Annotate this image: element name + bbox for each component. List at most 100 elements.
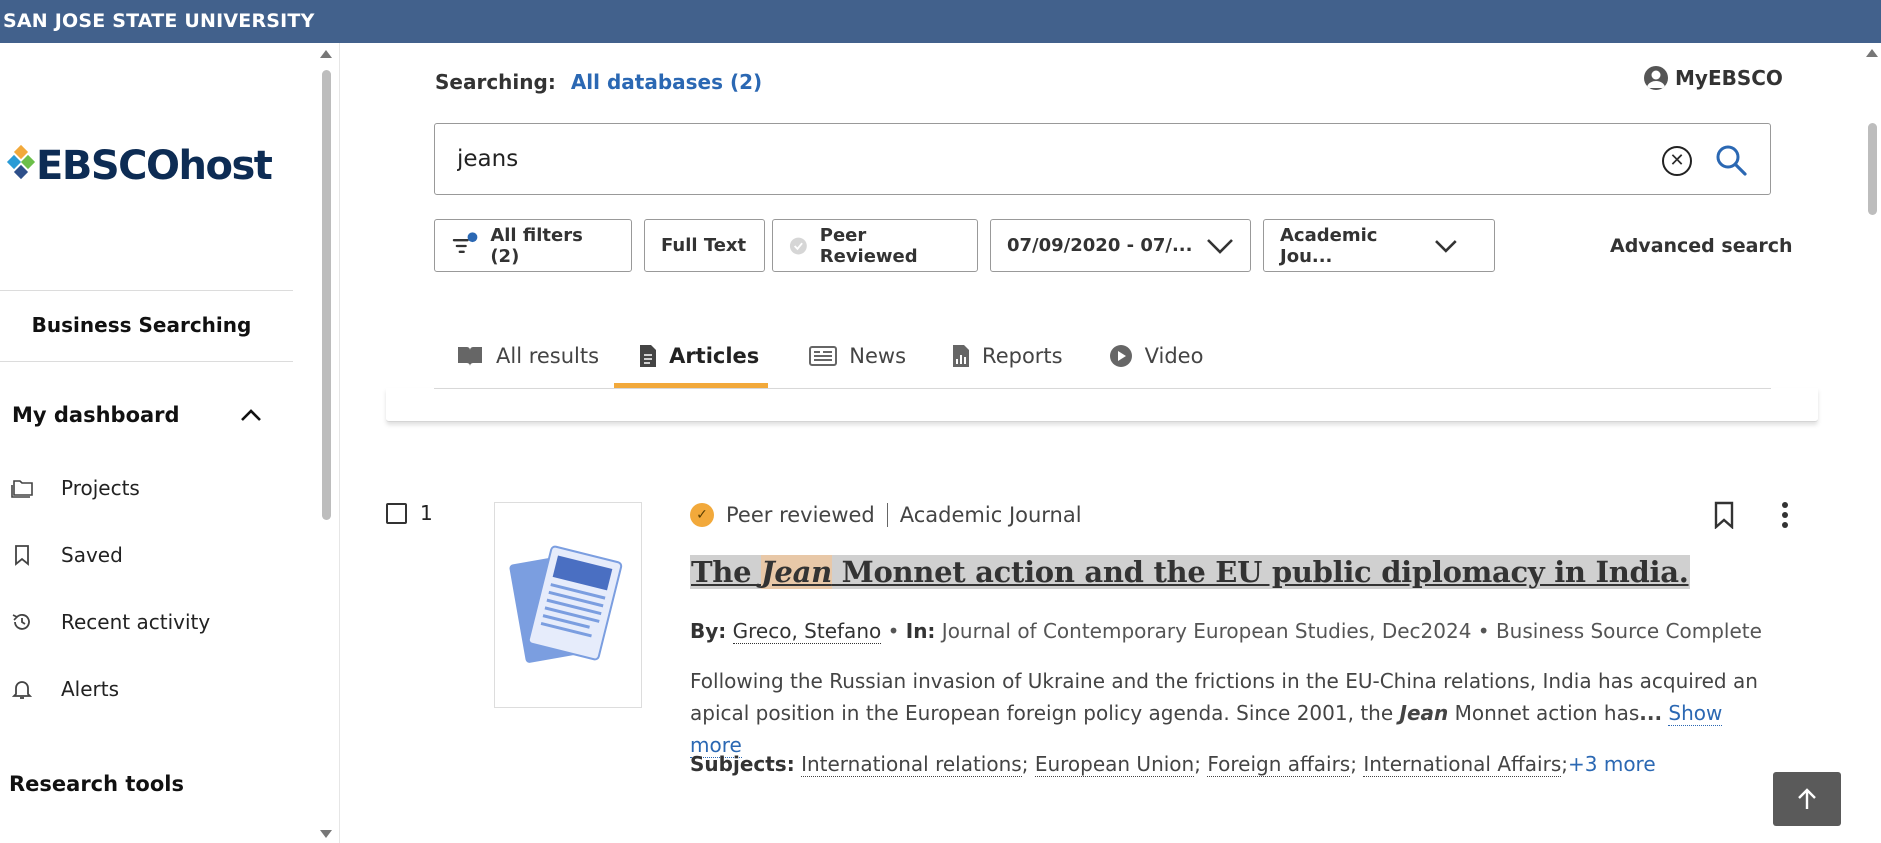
peer-reviewed-badge-icon: ✓ — [690, 503, 714, 527]
source-type-filter[interactable]: Academic Jou... — [1263, 219, 1495, 272]
scrollbar-thumb[interactable] — [1868, 123, 1877, 215]
chevron-down-icon — [1435, 239, 1457, 253]
date-range-filter[interactable]: 07/09/2020 - 07/... — [990, 219, 1251, 272]
search-icon[interactable] — [1714, 143, 1748, 177]
tab-articles[interactable]: Articles — [639, 325, 759, 387]
searching-line: Searching: All databases (2) — [435, 70, 762, 94]
result-select-checkbox[interactable] — [386, 503, 407, 524]
databases-link[interactable]: All databases (2) — [571, 70, 762, 94]
scroll-up-arrow-icon[interactable] — [1866, 49, 1878, 57]
main-scrollbar[interactable] — [1864, 43, 1881, 843]
user-avatar-icon — [1644, 66, 1668, 90]
chevron-down-icon — [1207, 238, 1233, 254]
book-icon — [456, 345, 484, 367]
scroll-down-arrow-icon[interactable] — [320, 830, 332, 838]
separator — [886, 503, 888, 527]
subject-link[interactable]: Foreign affairs — [1207, 752, 1351, 777]
newspaper-icon — [809, 346, 838, 366]
sidebar-item-alerts[interactable]: Alerts — [10, 677, 119, 701]
author-link[interactable]: Greco, Stefano — [732, 619, 882, 644]
article-document-icon — [509, 545, 623, 663]
bell-icon — [10, 677, 34, 701]
abstract-highlight: Jean — [1399, 701, 1449, 725]
institution-bar: SAN JOSE STATE UNIVERSITY — [0, 0, 1881, 43]
tab-label: All results — [496, 344, 600, 368]
publication-type: Academic Journal — [899, 503, 1082, 527]
tab-video[interactable]: Video — [1109, 325, 1204, 387]
result-thumbnail[interactable] — [494, 502, 642, 708]
sidebar-item-label: Projects — [61, 476, 140, 500]
play-icon — [1109, 344, 1133, 368]
abstract-part: Monnet action has — [1448, 701, 1640, 725]
report-icon — [952, 344, 970, 368]
result-subjects: Subjects: International relations; Europ… — [690, 752, 1656, 777]
search-box: ✕ — [434, 123, 1771, 195]
myebsco-label: MyEBSCO — [1675, 66, 1783, 90]
full-text-filter[interactable]: Full Text — [644, 219, 765, 272]
tab-reports[interactable]: Reports — [952, 325, 1063, 387]
sidebar-scrollbar[interactable] — [318, 45, 334, 843]
divider — [0, 290, 293, 291]
title-part: Monnet action and the EU public diplomac… — [831, 555, 1689, 589]
profile-name: Business Searching — [31, 313, 252, 337]
subject-link[interactable]: European Union — [1034, 752, 1195, 777]
tab-label: Video — [1144, 344, 1204, 368]
advanced-search-link[interactable]: Advanced search — [1610, 235, 1793, 257]
all-filters-label: All filters (2) — [490, 224, 583, 267]
dashboard-label: My dashboard — [12, 403, 180, 427]
peer-reviewed-text: Peer reviewed — [726, 503, 875, 527]
tab-divider — [434, 388, 1771, 389]
sidebar: EBSCOhost Business Searching My dashboar… — [0, 43, 340, 843]
folder-icon — [10, 476, 34, 500]
sidebar-item-label: Saved — [61, 543, 123, 567]
sidebar-item-label: Recent activity — [61, 610, 211, 634]
date-range-label: 07/09/2020 - 07/... — [1007, 235, 1193, 256]
sidebar-item-projects[interactable]: Projects — [10, 476, 140, 500]
in-label: In: — [905, 619, 936, 643]
result-type-tabs: All results Articles News Reports Video — [456, 325, 1203, 387]
full-text-label: Full Text — [661, 235, 747, 256]
result-number: 1 — [420, 501, 433, 525]
sidebar-item-recent-activity[interactable]: Recent activity — [10, 610, 210, 634]
ebscohost-logo[interactable]: EBSCOhost — [6, 143, 273, 189]
by-label: By: — [690, 619, 727, 643]
myebsco-button[interactable]: MyEBSCO — [1644, 66, 1783, 90]
chevron-up-icon — [241, 409, 261, 421]
research-tools-heading: Research tools — [9, 772, 184, 796]
peer-reviewed-icon — [789, 237, 807, 254]
bookmark-icon[interactable] — [1713, 501, 1735, 529]
result-title-link[interactable]: The Jean Monnet action and the EU public… — [690, 555, 1690, 589]
dashboard-toggle[interactable]: My dashboard — [12, 403, 262, 427]
clear-search-icon[interactable]: ✕ — [1662, 146, 1692, 176]
source-type-label: Academic Jou... — [1280, 224, 1378, 267]
scroll-up-arrow-icon[interactable] — [320, 50, 332, 58]
subject-link[interactable]: International Affairs — [1363, 752, 1562, 777]
scrollbar-thumb[interactable] — [322, 70, 331, 520]
more-options-icon[interactable] — [1780, 501, 1790, 529]
sidebar-item-saved[interactable]: Saved — [10, 543, 123, 567]
tab-label: News — [849, 344, 907, 368]
sidebar-item-label: Alerts — [61, 677, 120, 701]
peer-reviewed-filter[interactable]: Peer Reviewed — [772, 219, 978, 272]
title-part: The — [691, 555, 762, 589]
divider — [0, 361, 293, 362]
subject-link[interactable]: International relations — [801, 752, 1022, 777]
source-journal: Journal of Contemporary European Studies… — [941, 619, 1472, 643]
search-panel-card — [386, 388, 1818, 422]
result-byline: By: Greco, Stefano • In: Journal of Cont… — [690, 619, 1762, 644]
back-to-top-button[interactable] — [1773, 772, 1841, 826]
result-abstract: Following the Russian invasion of Ukrain… — [690, 665, 1760, 761]
title-highlight: Jean — [761, 555, 832, 589]
arrow-up-icon — [1798, 788, 1816, 809]
more-subjects-link[interactable]: +3 more — [1568, 752, 1656, 776]
all-filters-button[interactable]: All filters (2) — [434, 219, 632, 272]
abstract-ellipsis: ... — [1639, 701, 1663, 725]
search-input[interactable] — [457, 142, 1637, 176]
peer-reviewed-label: Peer Reviewed — [819, 224, 918, 267]
searching-label: Searching: — [435, 70, 556, 94]
tab-news[interactable]: News — [809, 325, 906, 387]
tab-all-results[interactable]: All results — [456, 325, 599, 387]
active-tab-indicator — [614, 383, 768, 388]
tab-label: Reports — [982, 344, 1063, 368]
ebsco-logo-icon — [6, 144, 36, 186]
